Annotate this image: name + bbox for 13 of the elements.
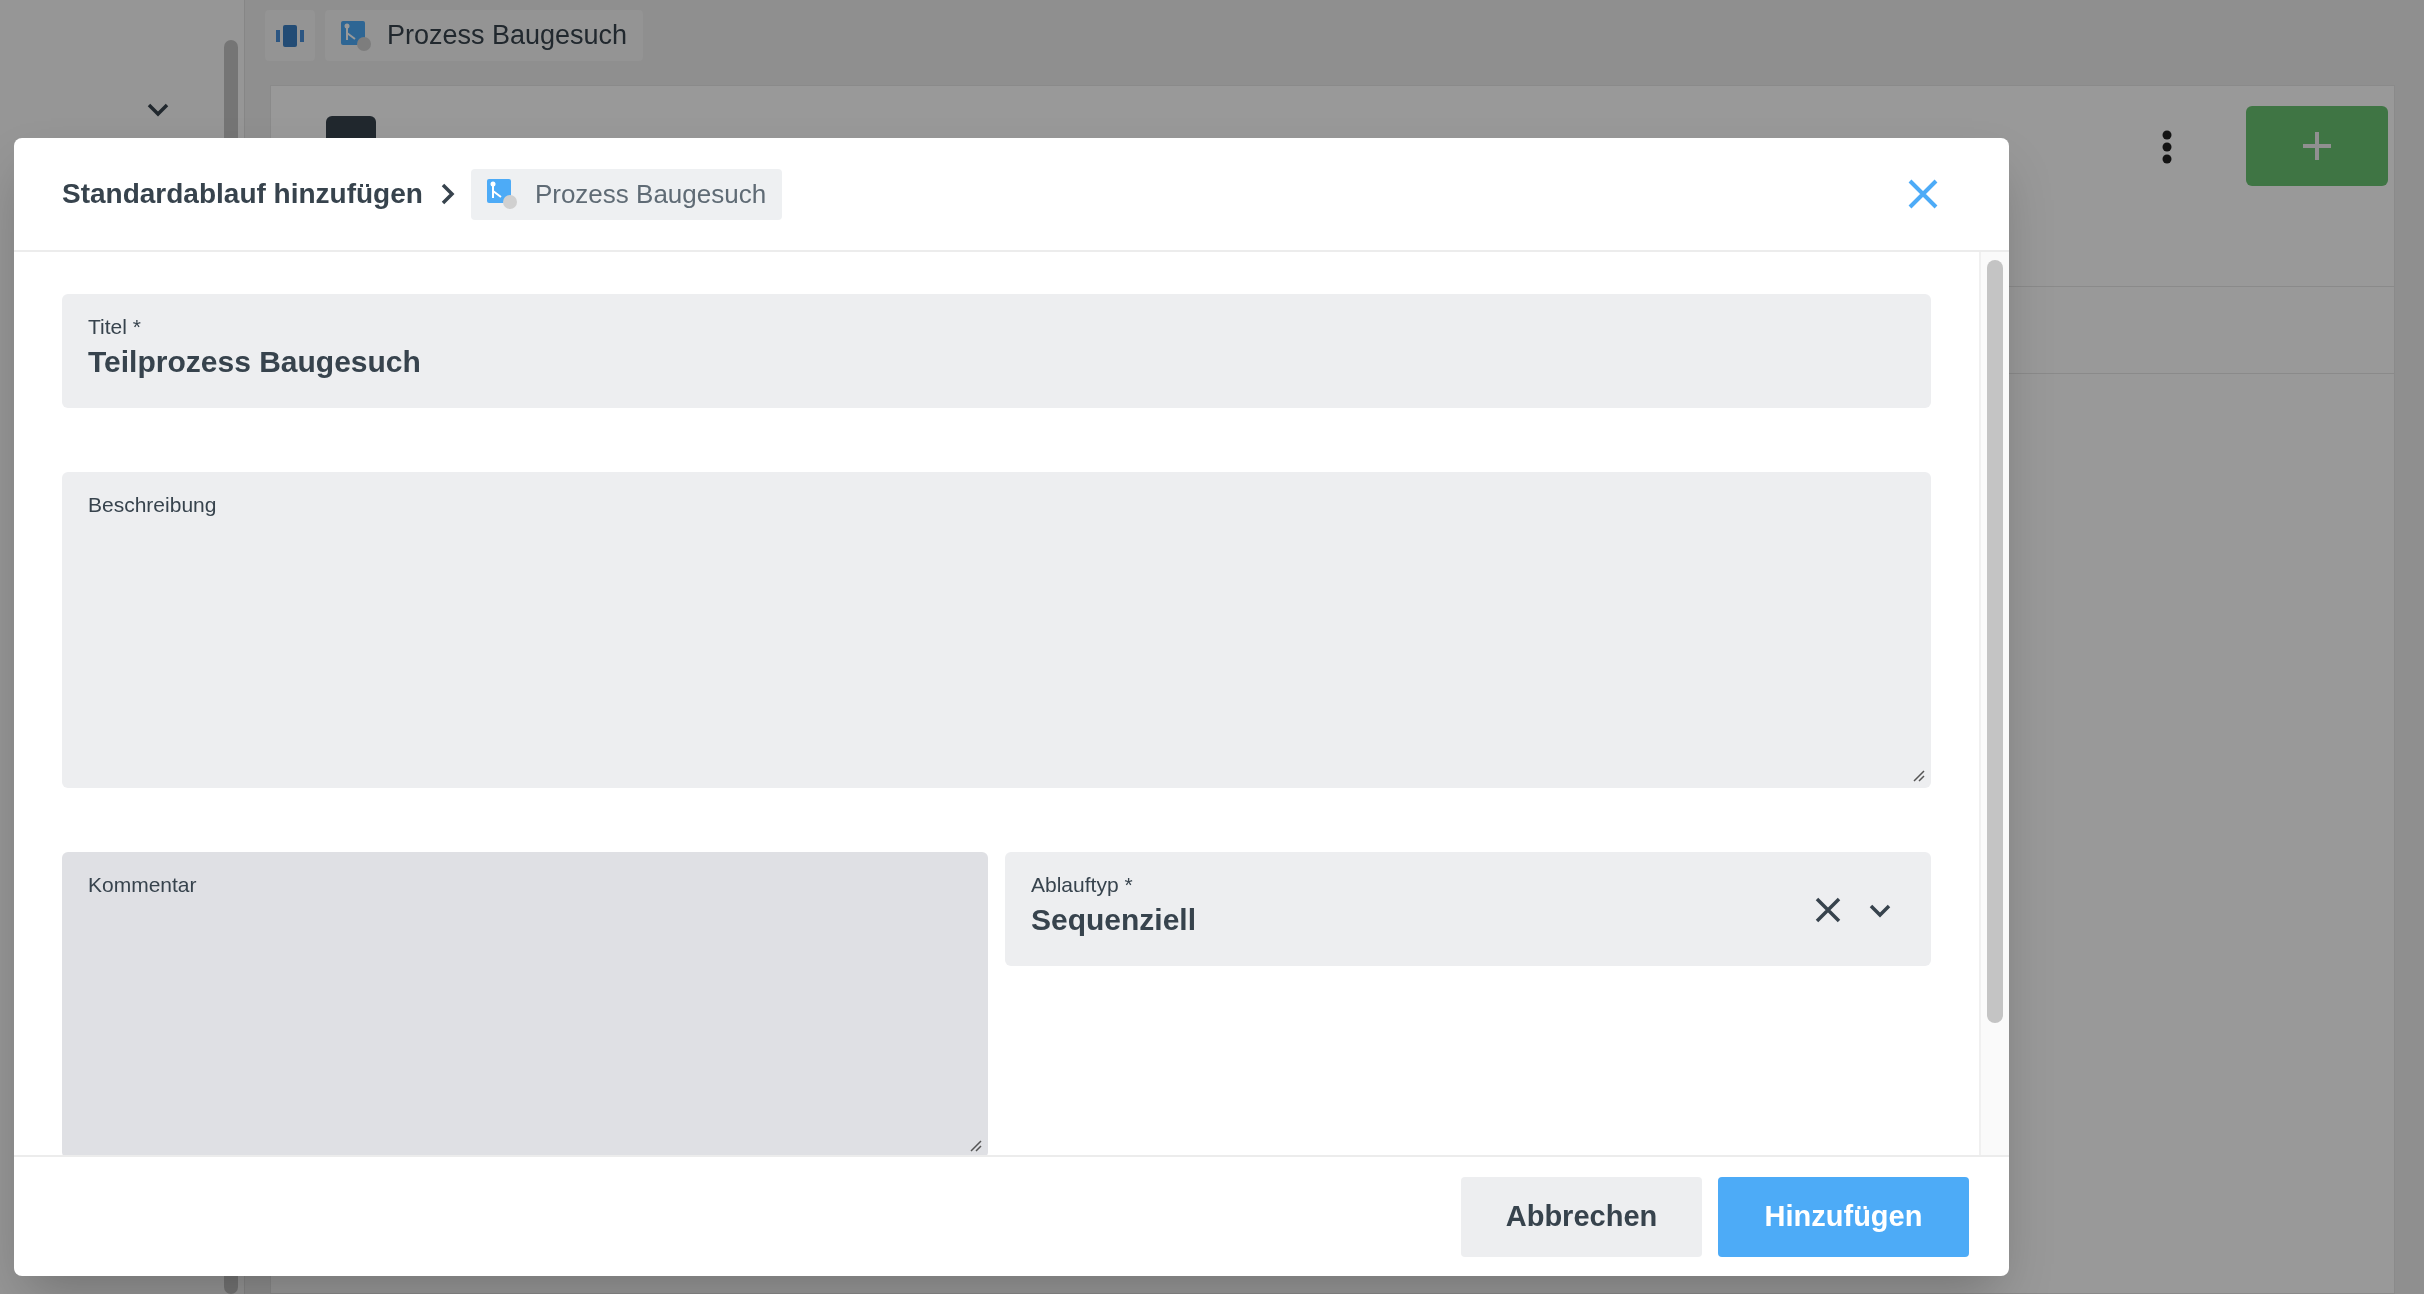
textarea-field[interactable]: Beschreibung: [62, 472, 1931, 788]
field-label: Kommentar: [88, 872, 198, 898]
field-value: Teilprozess Baugesuch: [88, 344, 422, 380]
field-value: Sequenziell: [1031, 902, 1198, 938]
field-label: Titel *: [88, 314, 142, 340]
field-label: Ablauftyp *: [1031, 872, 1134, 898]
select-field[interactable]: Ablauftyp * Sequenziell: [1005, 852, 1931, 966]
text-field[interactable]: Titel * Teilprozess Baugesuch: [62, 294, 1931, 408]
dialog-title: Standardablauf hinzufügen: [62, 177, 423, 211]
cancel-button[interactable]: Abbrechen: [1461, 1176, 1702, 1257]
field-label: Beschreibung: [88, 492, 218, 518]
breadcrumb-chip[interactable]: Prozess Baugesuch: [470, 168, 783, 220]
tab[interactable]: Prozess Baugesuch: [325, 10, 644, 61]
